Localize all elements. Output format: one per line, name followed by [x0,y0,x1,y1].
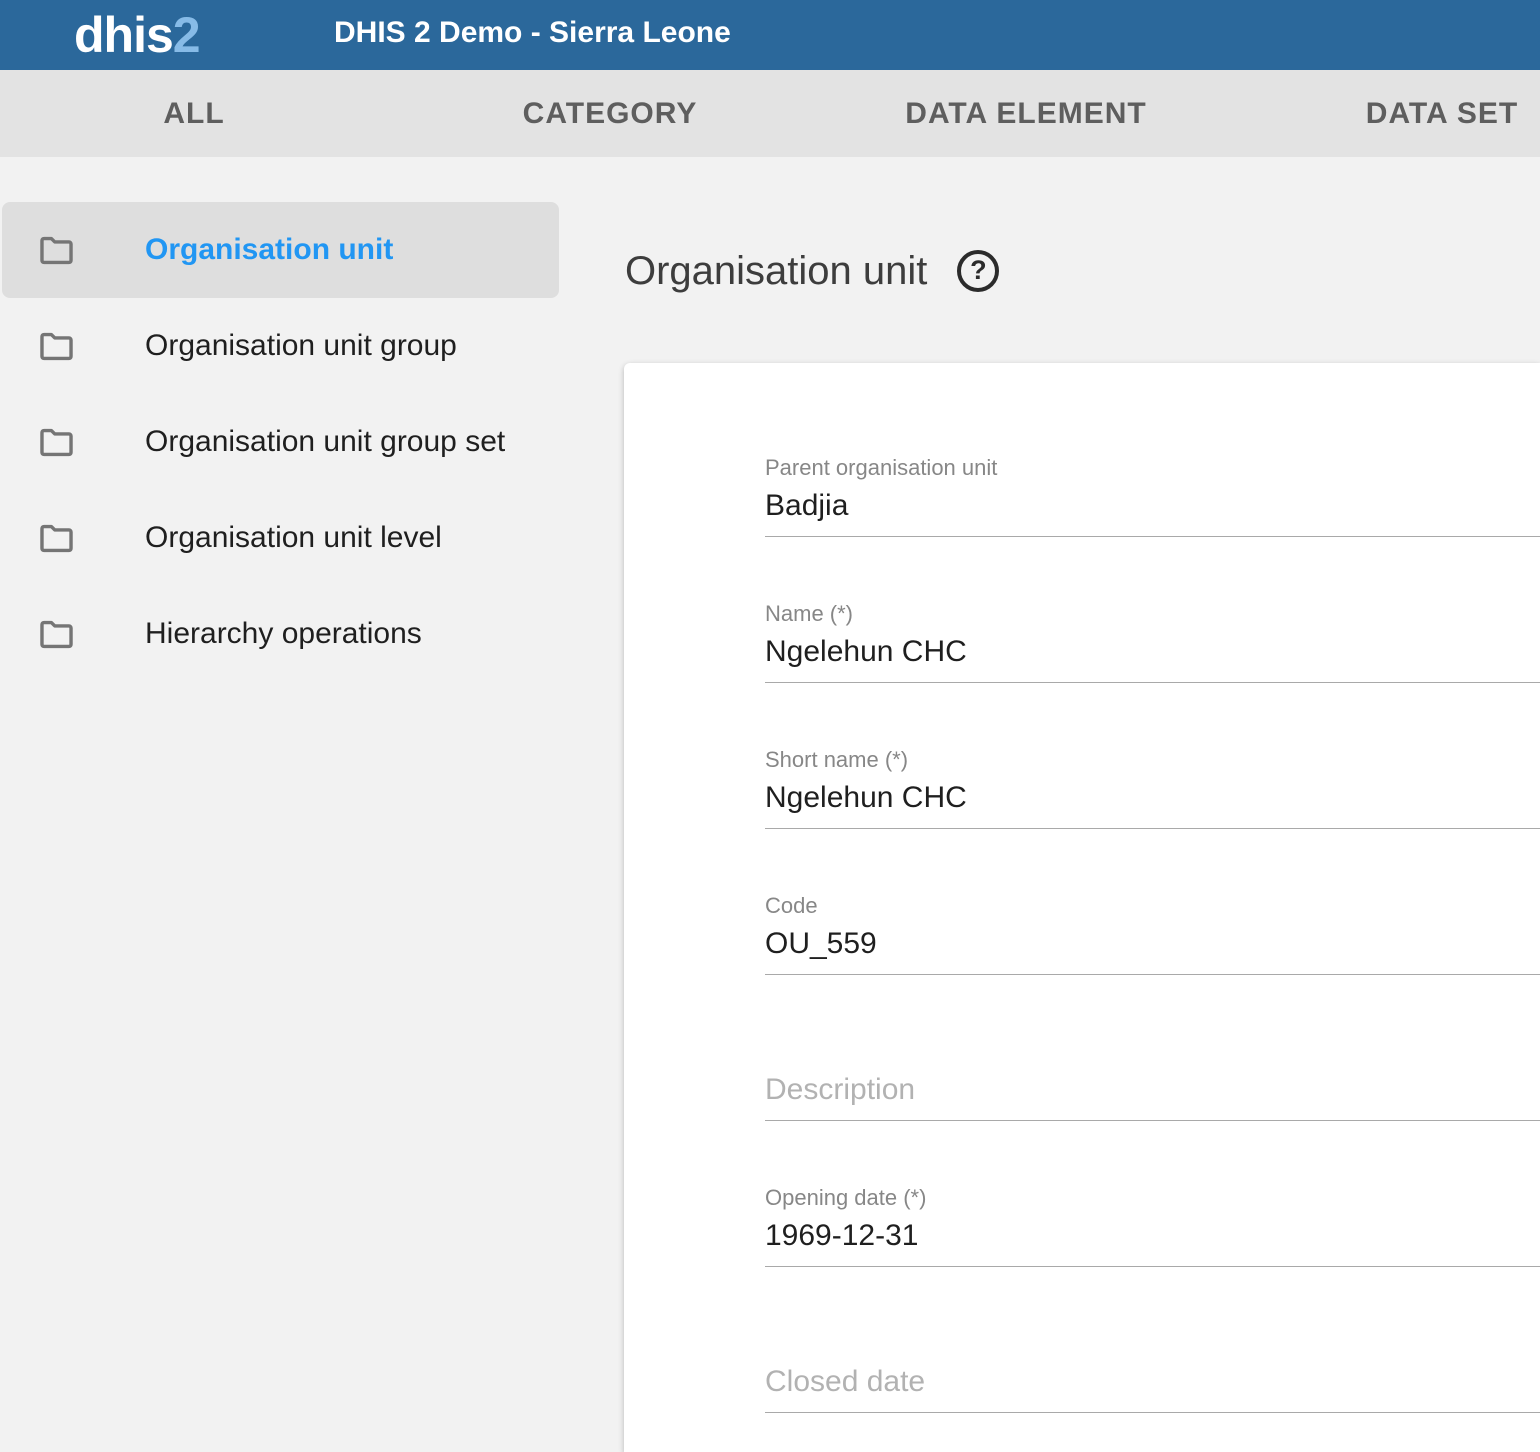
field-label: Parent organisation unit [765,455,1540,481]
sidebar-item-organisation-unit-level[interactable]: Organisation unit level [0,490,624,586]
field-label: Code [765,893,1540,919]
tab-all[interactable]: ALL [0,70,402,157]
folder-icon [36,422,77,463]
tab-data-element[interactable]: DATA ELEMENT [818,70,1234,157]
sidebar-item-organisation-unit-group[interactable]: Organisation unit group [0,298,624,394]
description-field: Description [765,975,1540,1121]
closed-date-field: Closed date [765,1267,1540,1413]
parent-organisation-unit-input[interactable]: Badjia [765,488,1540,524]
sidebar: Organisation unit Organisation unit grou… [0,157,624,1452]
folder-icon [36,614,77,655]
tab-data-set[interactable]: DATA SET [1234,70,1540,157]
page-header: Organisation unit ? [625,247,999,295]
sidebar-item-label: Organisation unit level [145,521,442,555]
code-input[interactable]: OU_559 [765,926,1540,962]
app-title: DHIS 2 Demo - Sierra Leone [334,0,731,66]
app-header: dhis2 DHIS 2 Demo - Sierra Leone [0,0,1540,70]
page-title: Organisation unit [625,247,927,295]
tabs-container: ALL CATEGORY DATA ELEMENT DATA SET [0,70,1540,157]
name-field: Name (*) Ngelehun CHC [765,537,1540,683]
folder-icon [36,518,77,559]
logo-suffix: 2 [173,7,200,63]
field-label: Opening date (*) [765,1185,1540,1211]
dhis2-logo[interactable]: dhis2 [74,0,200,70]
field-label: Short name (*) [765,747,1540,773]
description-input[interactable]: Description [765,1072,1540,1108]
folder-icon [36,326,77,367]
sidebar-item-hierarchy-operations[interactable]: Hierarchy operations [0,586,624,682]
closed-date-input[interactable]: Closed date [765,1364,1540,1400]
logo-text: dhis [74,7,173,63]
sidebar-item-organisation-unit[interactable]: Organisation unit [2,202,559,298]
edit-form-card: Parent organisation unit Badjia Name (*)… [624,363,1540,1452]
object-type-tab-bar: ALL CATEGORY DATA ELEMENT DATA SET [0,70,1540,157]
parent-organisation-unit-field: Parent organisation unit Badjia [765,391,1540,537]
sidebar-item-label: Organisation unit [145,233,393,267]
name-input[interactable]: Ngelehun CHC [765,634,1540,670]
tab-category[interactable]: CATEGORY [402,70,818,157]
field-label: Name (*) [765,601,1540,627]
opening-date-input[interactable]: 1969-12-31 [765,1218,1540,1254]
sidebar-item-organisation-unit-group-set[interactable]: Organisation unit group set [0,394,624,490]
help-icon[interactable]: ? [957,250,999,292]
sidebar-item-label: Hierarchy operations [145,617,422,651]
sidebar-item-label: Organisation unit group set [145,425,505,459]
opening-date-field: Opening date (*) 1969-12-31 [765,1121,1540,1267]
short-name-input[interactable]: Ngelehun CHC [765,780,1540,816]
short-name-field: Short name (*) Ngelehun CHC [765,683,1540,829]
code-field: Code OU_559 [765,829,1540,975]
folder-icon [36,230,77,271]
sidebar-item-label: Organisation unit group [145,329,457,363]
